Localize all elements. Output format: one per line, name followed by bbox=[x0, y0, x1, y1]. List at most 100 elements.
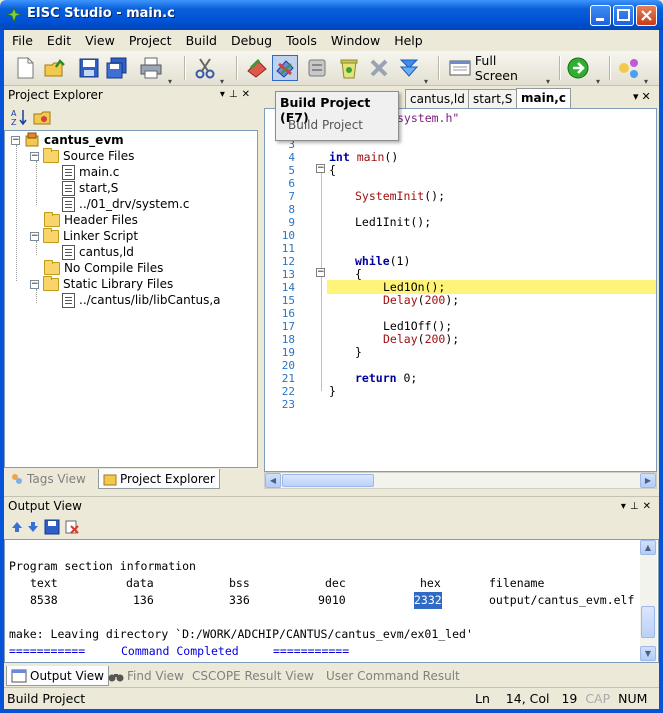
menu-build[interactable]: Build bbox=[186, 33, 217, 48]
sort-icon[interactable]: AZ bbox=[10, 108, 28, 126]
debug-tools-button[interactable] bbox=[616, 55, 642, 81]
tab-user-command-result[interactable]: User Command Result bbox=[322, 666, 464, 686]
code-text: () bbox=[384, 150, 399, 164]
line-number: 21 bbox=[281, 372, 295, 385]
tree-file-main[interactable]: main.c bbox=[62, 164, 119, 180]
build-project-button[interactable] bbox=[272, 55, 298, 81]
fold-collapse-icon[interactable]: − bbox=[316, 268, 325, 277]
scissors-icon bbox=[195, 58, 215, 79]
editor-horizontal-scrollbar[interactable]: ◀ ▶ bbox=[264, 472, 657, 489]
full-screen-button[interactable]: Full Screen bbox=[445, 53, 543, 83]
project-explorer-title: Project Explorer bbox=[8, 88, 103, 102]
scroll-thumb[interactable] bbox=[641, 606, 655, 638]
x-icon bbox=[370, 59, 388, 77]
output-val-bss: 336 bbox=[229, 593, 250, 607]
close-button[interactable] bbox=[636, 5, 657, 26]
tab-close-icon[interactable]: ✕ bbox=[642, 90, 654, 103]
collapse-icon[interactable]: − bbox=[30, 279, 39, 289]
panel-close-icon[interactable]: ✕ bbox=[643, 501, 655, 512]
tab-label: Output View bbox=[30, 668, 104, 683]
tree-file-lib[interactable]: ../cantus/lib/libCantus,a bbox=[62, 292, 221, 308]
tree-file-start[interactable]: start,S bbox=[62, 180, 118, 196]
tab-main-c[interactable]: main,c bbox=[516, 88, 571, 108]
tab-find-view[interactable]: Find View bbox=[104, 666, 188, 686]
code-editor[interactable]: 3 4 5 6 7 8 9 10 11 12 13 14 15 16 17 18 19 20 21 22 23 − − … bbox=[264, 108, 657, 472]
menu-tools[interactable]: Tools bbox=[286, 33, 317, 48]
menu-edit[interactable]: Edit bbox=[47, 33, 71, 48]
function-name: SystemInit bbox=[355, 189, 425, 203]
current-line-highlight bbox=[327, 280, 656, 294]
panel-close-icon[interactable]: ✕ bbox=[242, 89, 254, 100]
stop-build-button[interactable] bbox=[304, 55, 330, 81]
tree-folder-no-compile[interactable]: No Compile Files bbox=[44, 259, 164, 276]
new-file-button[interactable] bbox=[12, 55, 38, 81]
clear-output-icon[interactable] bbox=[64, 519, 80, 535]
fold-collapse-icon[interactable]: − bbox=[316, 164, 325, 173]
print-button[interactable] bbox=[138, 55, 164, 81]
code-line-19: } bbox=[355, 345, 362, 359]
tree-label: No Compile Files bbox=[64, 261, 164, 275]
compile-button[interactable] bbox=[244, 55, 270, 81]
toolbar-grip: ▾ bbox=[424, 77, 429, 86]
tree-label: cantus,ld bbox=[79, 245, 134, 259]
pin-icon[interactable]: ⊥ bbox=[630, 501, 643, 512]
scroll-up-icon[interactable]: ▲ bbox=[640, 540, 656, 555]
open-folder-icon bbox=[44, 59, 65, 77]
arrow-down-icon[interactable] bbox=[26, 520, 40, 534]
tab-start-s[interactable]: start,S bbox=[468, 89, 518, 108]
scroll-thumb[interactable] bbox=[282, 474, 374, 487]
scroll-right-icon[interactable]: ▶ bbox=[640, 473, 656, 488]
maximize-button[interactable] bbox=[613, 5, 634, 26]
collapse-icon[interactable]: − bbox=[30, 151, 39, 161]
tree-root[interactable]: − cantus_evm bbox=[11, 132, 124, 148]
caps-lock-indicator: CAP bbox=[585, 691, 611, 706]
maximize-icon bbox=[617, 9, 630, 21]
menu-help[interactable]: Help bbox=[394, 33, 423, 48]
tab-project-explorer[interactable]: Project Explorer bbox=[98, 469, 220, 489]
run-button[interactable] bbox=[565, 55, 591, 81]
menu-view[interactable]: View bbox=[85, 33, 115, 48]
project-icon bbox=[25, 132, 39, 147]
tab-output-view[interactable]: Output View bbox=[6, 666, 109, 686]
menu-file[interactable]: File bbox=[12, 33, 33, 48]
project-tree: − cantus_evm − Source Files main.c start… bbox=[4, 130, 258, 468]
tree-folder-linker[interactable]: − Linker Script bbox=[30, 227, 138, 244]
tree-folder-static-lib[interactable]: − Static Library Files bbox=[30, 275, 174, 292]
project-settings-icon[interactable] bbox=[32, 108, 52, 126]
output-console[interactable]: Program section information text data bs… bbox=[4, 539, 659, 663]
menu-debug[interactable]: Debug bbox=[231, 33, 272, 48]
tab-list-icon[interactable]: ▾ bbox=[633, 90, 642, 103]
tree-folder-source[interactable]: − Source Files bbox=[30, 147, 134, 164]
tree-label: Static Library Files bbox=[63, 277, 174, 291]
tab-cscope-result[interactable]: CSCOPE Result View bbox=[188, 666, 318, 686]
minimize-button[interactable] bbox=[590, 5, 611, 26]
output-vertical-scrollbar[interactable]: ▲ ▼ bbox=[640, 540, 657, 662]
toolbar-separator bbox=[609, 56, 611, 80]
scroll-down-icon[interactable]: ▼ bbox=[640, 646, 656, 661]
svg-text:Z: Z bbox=[11, 118, 17, 126]
tab-cantus-ld[interactable]: cantus,ld bbox=[405, 89, 470, 108]
download-button[interactable] bbox=[396, 55, 422, 81]
panel-menu-icon[interactable]: ▾ bbox=[220, 89, 229, 100]
tree-folder-header[interactable]: Header Files bbox=[44, 211, 138, 228]
tab-tags-view[interactable]: Tags View bbox=[6, 469, 90, 489]
arrow-up-icon[interactable] bbox=[10, 520, 24, 534]
delete-button[interactable] bbox=[366, 55, 392, 81]
save-icon[interactable] bbox=[44, 519, 60, 535]
pin-icon[interactable]: ⊥ bbox=[229, 89, 242, 100]
menu-window[interactable]: Window bbox=[331, 33, 380, 48]
menu-project[interactable]: Project bbox=[129, 33, 172, 48]
tree-file-system[interactable]: ../01_drv/system.c bbox=[62, 196, 189, 212]
clean-button[interactable] bbox=[336, 55, 362, 81]
line-number: 5 bbox=[288, 164, 295, 177]
panel-menu-icon[interactable]: ▾ bbox=[621, 501, 630, 512]
scroll-left-icon[interactable]: ◀ bbox=[265, 473, 281, 488]
cut-button[interactable] bbox=[192, 55, 218, 81]
title-bar[interactable]: EISC Studio - main.c bbox=[0, 0, 663, 30]
save-all-button[interactable] bbox=[104, 55, 130, 81]
collapse-icon[interactable]: − bbox=[11, 135, 20, 145]
collapse-icon[interactable]: − bbox=[30, 231, 39, 241]
tree-file-linker[interactable]: cantus,ld bbox=[62, 244, 134, 260]
save-button[interactable] bbox=[76, 55, 102, 81]
open-file-button[interactable] bbox=[42, 55, 68, 81]
